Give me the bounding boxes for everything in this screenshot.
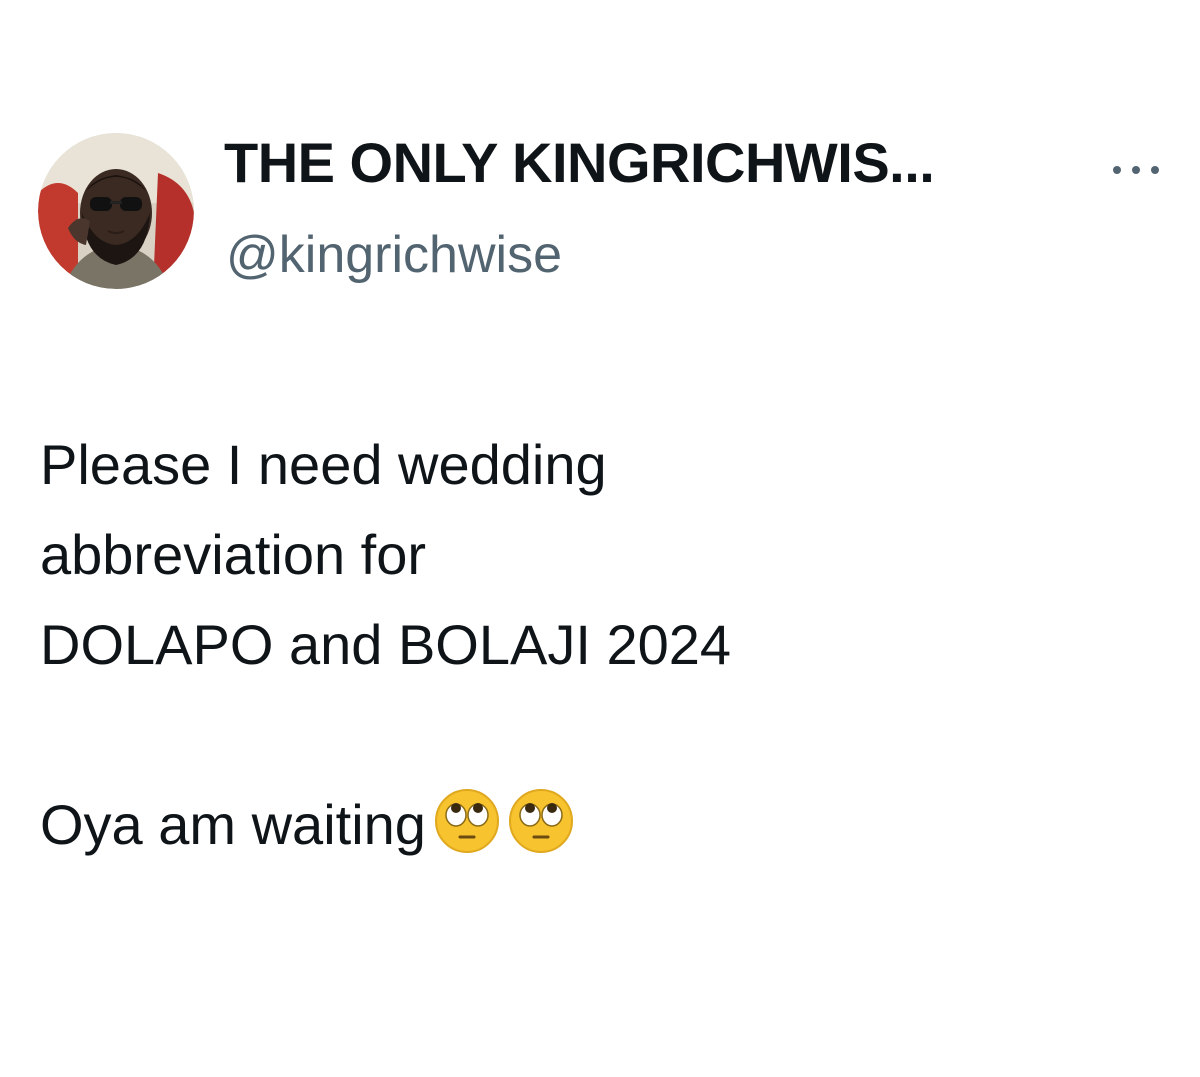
tweet-text-line: Please I need wedding: [40, 433, 607, 496]
face-with-rolling-eyes-icon: [508, 788, 574, 854]
tweet-followup-line: Oya am waiting: [40, 780, 731, 870]
avatar[interactable]: [38, 133, 194, 289]
ellipsis-icon: [1151, 166, 1159, 174]
tweet-text-line: abbreviation for: [40, 523, 427, 586]
tweet-text: Please I need wedding abbreviation for D…: [40, 420, 731, 870]
face-with-rolling-eyes-icon: [434, 788, 500, 854]
tweet-text-line: DOLAPO and BOLAJI 2024: [40, 613, 732, 676]
more-options-button[interactable]: [1113, 160, 1159, 180]
tweet-followup-text: Oya am waiting: [40, 793, 426, 856]
author-display-name[interactable]: THE ONLY KINGRICHWIS...: [224, 130, 935, 196]
tweet-card: THE ONLY KINGRICHWIS... @kingrichwise Pl…: [0, 0, 1200, 1077]
ellipsis-icon: [1113, 166, 1121, 174]
author-handle[interactable]: @kingrichwise: [226, 224, 562, 286]
profile-photo-icon: [38, 133, 194, 289]
ellipsis-icon: [1132, 166, 1140, 174]
